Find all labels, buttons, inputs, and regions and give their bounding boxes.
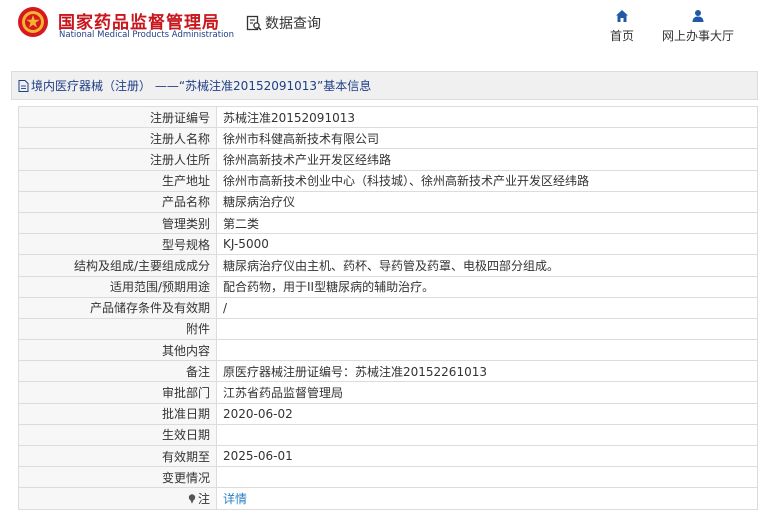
row-value: 徐州高新技术产业开发区经纬路: [216, 148, 758, 171]
row-label: 批准日期: [18, 402, 217, 425]
emblem-logo-icon[interactable]: [17, 6, 49, 38]
row-value: 江苏省药品监督管理局: [216, 381, 758, 404]
document-icon: [18, 79, 29, 92]
row-label: 附件: [18, 317, 217, 341]
row-value: 糖尿病治疗仪: [216, 190, 758, 213]
row-value: KJ-5000: [216, 233, 758, 256]
breadcrumb: 境内医疗器械（注册） —— “苏械注准20152091013”基本信息: [11, 71, 758, 100]
row-label: 生效日期: [18, 423, 217, 447]
row-label: 适用范围/预期用途: [18, 275, 217, 298]
user-icon: [692, 10, 704, 22]
row-value: /: [216, 296, 758, 319]
row-label: 审批部门: [18, 381, 217, 404]
table-row: 注册证编号 苏械注准20152091013: [18, 105, 758, 129]
nav-online-hall[interactable]: 网上办事大厅: [660, 9, 736, 44]
row-label: 注册证编号: [18, 105, 217, 129]
table-row: 生产地址 徐州市高新技术创业中心（科技城）、徐州高新技术产业开发区经纬路: [18, 169, 758, 192]
row-value: 糖尿病治疗仪由主机、药杯、导药管及药罩、电极四部分组成。: [216, 254, 758, 277]
row-value: 原医疗器械注册证编号：苏械注准20152261013: [216, 360, 758, 383]
row-value: 详情: [216, 487, 758, 510]
row-label: 产品储存条件及有效期: [18, 296, 217, 319]
row-value: 徐州市高新技术创业中心（科技城）、徐州高新技术产业开发区经纬路: [216, 169, 758, 192]
row-label: 有效期至: [18, 444, 217, 468]
row-label: 其他内容: [18, 339, 217, 362]
row-value: [216, 423, 758, 447]
table-row: 批准日期 2020-06-02: [18, 402, 758, 425]
table-row: 注册人住所 徐州高新技术产业开发区经纬路: [18, 148, 758, 171]
nav-home[interactable]: 首页: [607, 9, 637, 44]
document-search-icon: [246, 15, 262, 31]
table-row: 其他内容: [18, 339, 758, 362]
table-row: 型号规格 KJ-5000: [18, 233, 758, 256]
table-row: 生效日期: [18, 423, 758, 447]
info-table: 注册证编号 苏械注准20152091013 注册人名称 徐州市科健高新技术有限公司 注册…: [18, 105, 758, 510]
table-row: 附件: [18, 317, 758, 341]
row-value: 2025-06-01: [216, 444, 758, 468]
site-header: 国家药品监督管理局 National Medical Products Admi…: [0, 0, 758, 60]
table-row-note: 注详情: [18, 487, 758, 510]
nav-online-hall-label: 网上办事大厅: [661, 29, 734, 43]
data-query-link[interactable]: 数据查询: [246, 13, 321, 33]
row-value: [216, 466, 758, 489]
nav-home-label: 首页: [609, 29, 634, 43]
table-row: 审批部门 江苏省药品监督管理局: [18, 381, 758, 404]
data-query-label: 数据查询: [265, 16, 321, 32]
row-label: 型号规格: [18, 233, 217, 256]
table-row: 变更情况: [18, 466, 758, 489]
row-label: 备注: [18, 360, 217, 383]
row-label: 生产地址: [18, 169, 217, 192]
table-row: 适用范围/预期用途 配合药物，用于II型糖尿病的辅助治疗。: [18, 275, 758, 298]
row-value: 第二类: [216, 211, 758, 235]
table-row: 结构及组成/主要组成成分 糖尿病治疗仪由主机、药杯、导药管及药罩、电极四部分组成。: [18, 254, 758, 277]
table-row: 注册人名称 徐州市科健高新技术有限公司: [18, 127, 758, 150]
row-label: 注册人住所: [18, 148, 217, 171]
row-label: 注: [18, 487, 217, 510]
note-label: 注: [197, 491, 210, 506]
row-value: [216, 339, 758, 362]
row-label: 注册人名称: [18, 127, 217, 150]
table-row: 管理类别 第二类: [18, 211, 758, 235]
table-row: 产品名称 糖尿病治疗仪: [18, 190, 758, 213]
table-row: 有效期至 2025-06-01: [18, 444, 758, 468]
table-row: 产品储存条件及有效期 /: [18, 296, 758, 319]
row-label: 结构及组成/主要组成成分: [18, 254, 217, 277]
row-value: [216, 317, 758, 341]
home-icon: [616, 10, 628, 22]
row-label: 产品名称: [18, 190, 217, 213]
details-link[interactable]: 详情: [223, 492, 247, 506]
page-title: “苏械注准20152091013”基本信息: [178, 79, 372, 93]
breadcrumb-category: 境内医疗器械（注册） ——: [31, 79, 179, 93]
row-label: 变更情况: [18, 466, 217, 489]
table-row: 备注 原医疗器械注册证编号：苏械注准20152261013: [18, 360, 758, 383]
site-title-en: National Medical Products Administration: [59, 30, 234, 40]
row-label: 管理类别: [18, 211, 217, 235]
row-value: 2020-06-02: [216, 402, 758, 425]
row-value: 苏械注准20152091013: [216, 105, 758, 129]
row-value: 徐州市科健高新技术有限公司: [216, 127, 758, 150]
row-value: 配合药物，用于II型糖尿病的辅助治疗。: [216, 275, 758, 298]
pin-icon: [188, 494, 196, 504]
